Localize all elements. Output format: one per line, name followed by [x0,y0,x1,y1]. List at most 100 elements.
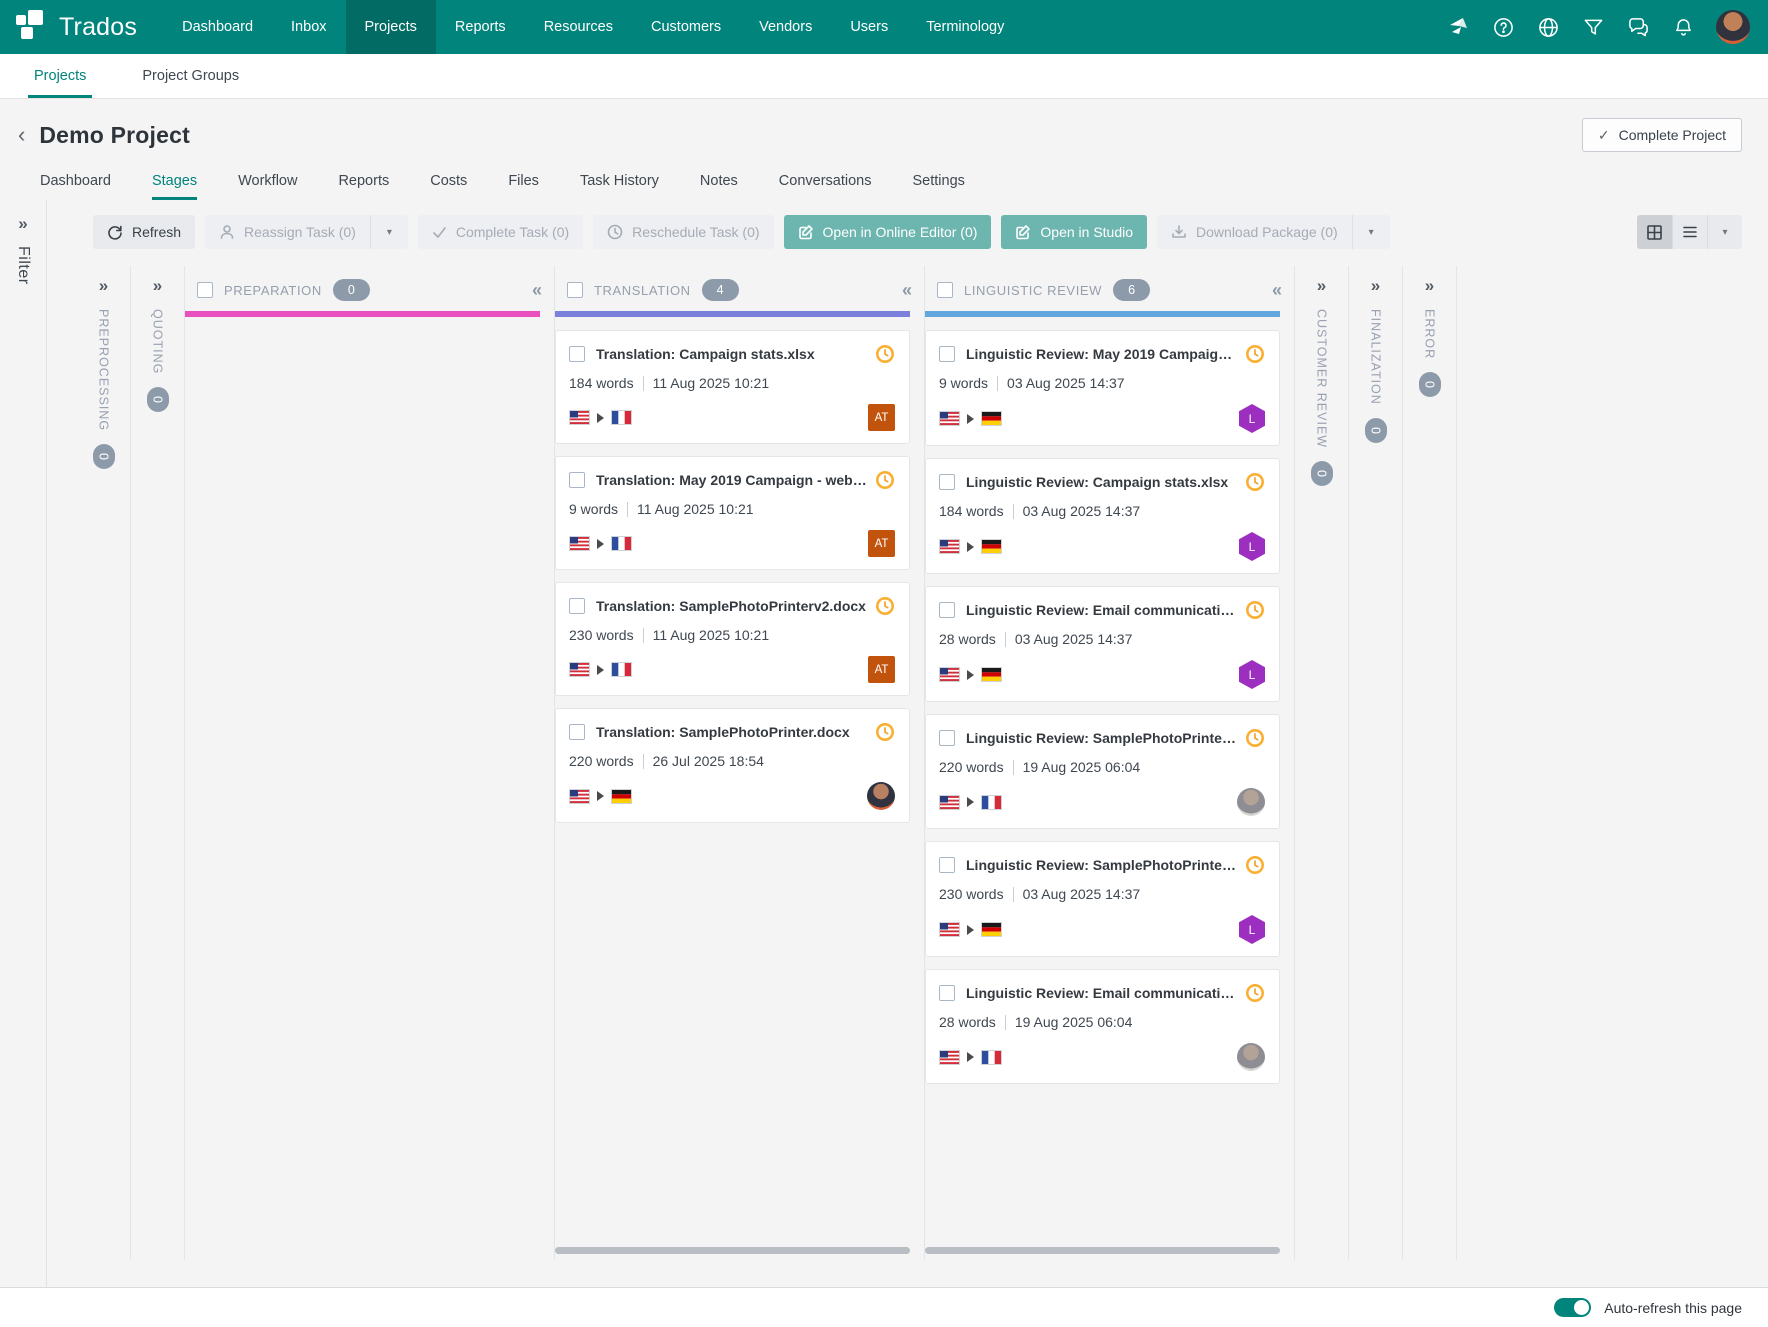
assignee-badge[interactable]: L [1239,404,1265,433]
nav-item-inbox[interactable]: Inbox [272,0,345,54]
collapse-column-icon[interactable]: « [902,281,912,299]
flag-us-icon [939,922,960,937]
chat-icon[interactable] [1626,15,1650,39]
collapse-column-icon[interactable]: « [532,281,542,299]
subtab-costs[interactable]: Costs [430,161,467,200]
task-card[interactable]: Linguistic Review: SamplePhotoPrinter.do… [925,714,1280,829]
task-card[interactable]: Translation: May 2019 Campaign - webinar… [555,456,910,570]
back-icon[interactable]: ‹ [18,124,25,146]
nav-item-users[interactable]: Users [831,0,907,54]
expand-column-icon[interactable]: » [153,276,162,296]
task-checkbox[interactable] [939,346,955,362]
assignee-badge[interactable]: AT [868,656,895,683]
origami-icon[interactable] [1446,15,1470,39]
globe-icon[interactable] [1536,15,1560,39]
subtab-settings[interactable]: Settings [912,161,964,200]
reschedule-task-button[interactable]: Reschedule Task (0) [593,215,773,249]
subtab-notes[interactable]: Notes [700,161,738,200]
task-card[interactable]: Linguistic Review: May 2019 Campaign - w… [925,330,1280,446]
complete-task-button[interactable]: Complete Task (0) [418,215,583,249]
download-dropdown-arrow[interactable]: ▾ [1352,215,1390,249]
task-checkbox[interactable] [569,346,585,362]
task-checkbox[interactable] [569,724,585,740]
task-card[interactable]: Linguistic Review: Campaign stats.xlsx 1… [925,458,1280,574]
assignee-avatar[interactable] [1237,1043,1265,1071]
task-card[interactable]: Translation: SamplePhotoPrinter.docx 220… [555,708,910,823]
view-options-dropdown[interactable]: ▾ [1707,215,1742,249]
column-horizontal-scrollbar[interactable] [555,1247,910,1254]
expand-column-icon[interactable]: » [1317,276,1326,296]
notifications-icon[interactable] [1671,15,1695,39]
assignee-badge[interactable]: L [1239,532,1265,561]
assignee-badge[interactable]: AT [868,404,895,431]
task-card[interactable]: Linguistic Review: Email communication.h… [925,586,1280,702]
column-select-checkbox[interactable] [567,282,583,298]
nav-item-vendors[interactable]: Vendors [740,0,831,54]
stage-column-customer-review-collapsed[interactable]: » CUSTOMER REVIEW 0 [1295,266,1349,1260]
assignee-badge[interactable]: L [1239,660,1265,689]
stages-board: Refresh Reassign Task (0) ▾ Complete Tas… [47,200,1768,1287]
subtab-task-history[interactable]: Task History [580,161,659,200]
user-avatar[interactable] [1716,10,1750,44]
task-card[interactable]: Translation: Campaign stats.xlsx 184 wor… [555,330,910,444]
refresh-button[interactable]: Refresh [93,215,195,249]
task-title: Linguistic Review: Campaign stats.xlsx [966,474,1228,490]
task-checkbox[interactable] [569,598,585,614]
stage-column-preprocessing-collapsed[interactable]: » PREPROCESSING 0 [77,266,131,1260]
task-checkbox[interactable] [939,474,955,490]
nav-item-customers[interactable]: Customers [632,0,740,54]
filter-panel-collapsed[interactable]: » Filter [0,200,47,1287]
separator [627,502,628,517]
subtab-stages[interactable]: Stages [152,161,197,200]
download-package-button[interactable]: Download Package (0) [1157,215,1352,249]
expand-column-icon[interactable]: » [1425,276,1434,296]
open-online-editor-button[interactable]: Open in Online Editor (0) [784,215,992,249]
nav-item-resources[interactable]: Resources [525,0,632,54]
task-checkbox[interactable] [569,472,585,488]
nav-item-reports[interactable]: Reports [436,0,525,54]
tab-project-groups[interactable]: Project Groups [136,54,245,98]
list-view-button[interactable] [1672,215,1707,249]
subtab-dashboard[interactable]: Dashboard [40,161,111,200]
subtab-files[interactable]: Files [508,161,539,200]
stage-column-error-collapsed[interactable]: » ERROR 0 [1403,266,1457,1260]
auto-refresh-toggle[interactable] [1554,1298,1591,1317]
nav-item-terminology[interactable]: Terminology [907,0,1023,54]
collapse-column-icon[interactable]: « [1272,281,1282,299]
reassign-dropdown-arrow[interactable]: ▾ [370,215,408,249]
trados-brand[interactable]: Trados [0,0,163,54]
nav-item-dashboard[interactable]: Dashboard [163,0,272,54]
assignee-badge[interactable]: AT [868,530,895,557]
column-select-checkbox[interactable] [197,282,213,298]
stage-column-linguistic-review: LINGUISTIC REVIEW 6 « Linguistic Review:… [925,266,1295,1260]
subtab-workflow[interactable]: Workflow [238,161,297,200]
task-checkbox[interactable] [939,985,955,1001]
board-view-button[interactable] [1637,215,1672,249]
help-icon[interactable] [1491,15,1515,39]
task-checkbox[interactable] [939,602,955,618]
assignee-badge[interactable]: L [1239,915,1265,944]
flag-fr-icon [981,795,1002,810]
reassign-task-button[interactable]: Reassign Task (0) [205,215,370,249]
tab-projects[interactable]: Projects [28,54,92,98]
expand-column-icon[interactable]: » [1371,276,1380,296]
open-in-studio-button[interactable]: Open in Studio [1001,215,1147,249]
task-card[interactable]: Linguistic Review: Email communication.h… [925,969,1280,1084]
assignee-avatar[interactable] [867,782,895,810]
task-card[interactable]: Linguistic Review: SamplePhotoPrinterv2.… [925,841,1280,957]
stage-column-quoting-collapsed[interactable]: » QUOTING 0 [131,266,185,1260]
complete-project-button[interactable]: ✓ Complete Project [1582,118,1742,152]
task-checkbox[interactable] [939,857,955,873]
column-horizontal-scrollbar[interactable] [925,1247,1280,1254]
filter-icon[interactable] [1581,15,1605,39]
subtab-conversations[interactable]: Conversations [779,161,872,200]
subtab-reports[interactable]: Reports [338,161,389,200]
task-checkbox[interactable] [939,730,955,746]
task-card[interactable]: Translation: SamplePhotoPrinterv2.docx 2… [555,582,910,696]
stage-column-finalization-collapsed[interactable]: » FINALIZATION 0 [1349,266,1403,1260]
expand-column-icon[interactable]: » [99,276,108,296]
nav-item-projects[interactable]: Projects [346,0,436,54]
column-select-checkbox[interactable] [937,282,953,298]
expand-filter-icon[interactable]: » [18,214,27,234]
assignee-avatar[interactable] [1237,788,1265,816]
